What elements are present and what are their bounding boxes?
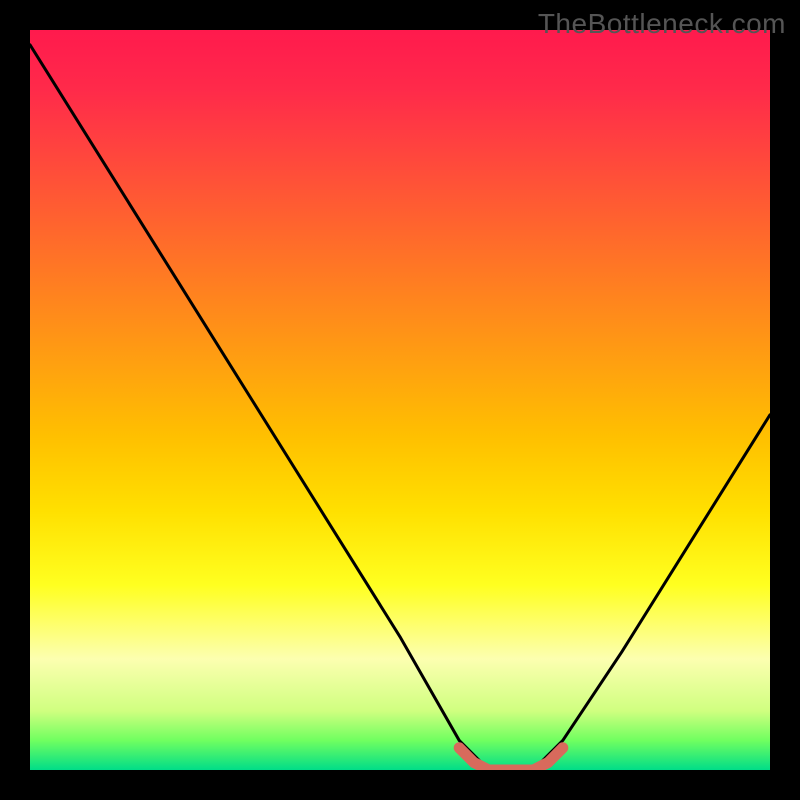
- watermark-text: TheBottleneck.com: [538, 8, 786, 40]
- chart-plot-area: [30, 30, 770, 770]
- chart-svg: [30, 30, 770, 770]
- bottleneck-curve: [30, 45, 770, 770]
- optimal-zone-marker: [459, 748, 563, 770]
